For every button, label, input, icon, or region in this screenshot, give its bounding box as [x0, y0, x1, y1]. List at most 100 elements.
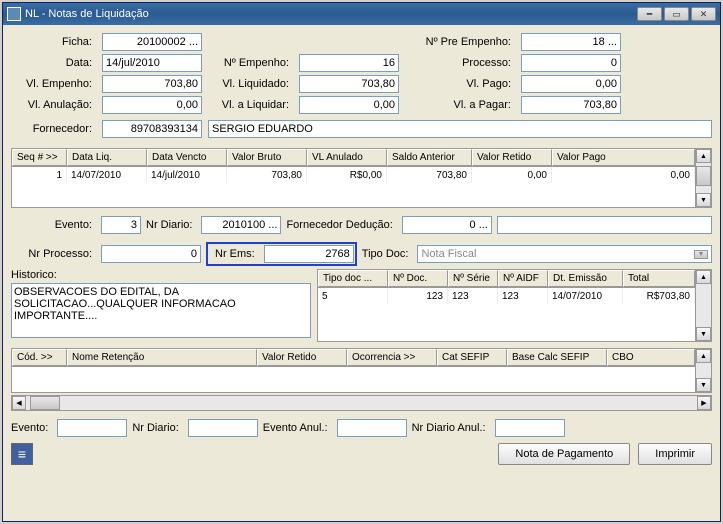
fornecedor-deducao-input[interactable]: 0 ...	[402, 216, 492, 234]
retencao-grid[interactable]: Cód. >> Nome Retenção Valor Retido Ocorr…	[11, 348, 712, 393]
scroll-left-icon[interactable]: ◀	[12, 396, 26, 410]
nr-processo-input[interactable]: 0	[101, 245, 201, 263]
col-valor-retido[interactable]: Valor Retido	[257, 349, 347, 366]
minimize-button[interactable]: ━	[637, 7, 662, 21]
col-data-liq[interactable]: Data Liq.	[67, 149, 147, 166]
scroll-down-icon[interactable]: ▼	[696, 327, 711, 341]
col-dt-emissao[interactable]: Dt. Emissão	[548, 270, 623, 287]
ficha-label: Ficha:	[11, 36, 96, 48]
col-cod[interactable]: Cód. >>	[12, 349, 67, 366]
nr-ems-input[interactable]: 2768	[264, 245, 354, 263]
col-saldo-anterior[interactable]: Saldo Anterior	[387, 149, 472, 166]
nota-pagamento-button[interactable]: Nota de Pagamento	[498, 443, 630, 465]
nr-diario-anul-input[interactable]	[495, 419, 565, 437]
scroll-down-icon[interactable]: ▼	[696, 193, 711, 207]
maximize-button[interactable]: ▭	[664, 7, 689, 21]
col-vl-anulado[interactable]: VL Anulado	[307, 149, 387, 166]
evento-input[interactable]: 3	[101, 216, 141, 234]
processo-label: Processo:	[405, 57, 515, 69]
vl-pago-label: Vl. Pago:	[405, 78, 515, 90]
ficha-input[interactable]: 20100002 ...	[102, 33, 202, 51]
evento2-input[interactable]	[57, 419, 127, 437]
evento2-label: Evento:	[11, 422, 52, 434]
historico-textarea[interactable]: OBSERVACOES DO EDITAL, DA SOLICITACAO...…	[11, 283, 311, 338]
vl-a-liquidar-input: 0,00	[299, 96, 399, 114]
scroll-thumb[interactable]	[696, 166, 711, 186]
fornecedor-label: Fornecedor:	[11, 123, 96, 135]
col-cat-sefip[interactable]: Cat SEFIP	[437, 349, 507, 366]
nr-diario2-input[interactable]	[188, 419, 258, 437]
scroll-down-icon[interactable]: ▼	[696, 378, 711, 392]
vl-liquidado-input: 703,80	[299, 75, 399, 93]
col-n-doc[interactable]: Nº Doc.	[388, 270, 448, 287]
nr-processo-label: Nr Processo:	[11, 248, 96, 260]
col-tipo-doc[interactable]: Tipo doc ...	[318, 270, 388, 287]
nr-diario-input[interactable]: 2010100 ...	[201, 216, 281, 234]
imprimir-button[interactable]: Imprimir	[638, 443, 712, 465]
col-valor-bruto[interactable]: Valor Bruto	[227, 149, 307, 166]
scroll-right-icon[interactable]: ▶	[697, 396, 711, 410]
evento-anul-input[interactable]	[337, 419, 407, 437]
historico-label: Historico:	[11, 269, 311, 281]
vl-liquidado-label: Vl. Liquidado:	[208, 78, 293, 90]
col-nome-retencao[interactable]: Nome Retenção	[67, 349, 257, 366]
fornecedor-deducao-label: Fornecedor Dedução:	[286, 219, 396, 231]
data-label: Data:	[11, 57, 96, 69]
documento-grid[interactable]: Tipo doc ... Nº Doc. Nº Série Nº AIDF Dt…	[317, 269, 712, 342]
window-title: NL - Notas de Liquidação	[25, 8, 635, 20]
scroll-thumb[interactable]	[30, 396, 60, 410]
vl-anulacao-label: Vl. Anulação:	[11, 99, 96, 111]
pre-empenho-label: Nº Pre Empenho:	[405, 36, 515, 48]
vl-a-pagar-input: 703,80	[521, 96, 621, 114]
table-row[interactable]: 1 14/07/2010 14/jul/2010 703,80 R$0,00 7…	[12, 167, 695, 183]
vertical-scrollbar[interactable]: ▲ ▼	[695, 149, 711, 207]
vl-pago-input: 0,00	[521, 75, 621, 93]
scroll-up-icon[interactable]: ▲	[696, 149, 711, 163]
vl-empenho-label: Vl. Empenho:	[11, 78, 96, 90]
fornecedor-deducao-nome	[497, 216, 712, 234]
processo-input[interactable]: 0	[521, 54, 621, 72]
col-data-vencto[interactable]: Data Vencto	[147, 149, 227, 166]
window-icon	[7, 7, 21, 21]
vl-empenho-input: 703,80	[102, 75, 202, 93]
vl-a-pagar-label: Vl. a Pagar:	[405, 99, 515, 111]
close-button[interactable]: ✕	[691, 7, 716, 21]
scroll-up-icon[interactable]: ▲	[696, 270, 711, 284]
col-valor-retido[interactable]: Valor Retido	[472, 149, 552, 166]
content-area: Ficha: 20100002 ... Nº Pre Empenho: 18 .…	[3, 25, 720, 473]
col-n-aidf[interactable]: Nº AIDF	[498, 270, 548, 287]
chevron-down-icon[interactable]: ▼	[694, 250, 708, 259]
pre-empenho-input[interactable]: 18 ...	[521, 33, 621, 51]
vertical-scrollbar[interactable]: ▲ ▼	[695, 349, 711, 392]
nr-ems-highlight: Nr Ems: 2768	[206, 242, 357, 266]
scroll-up-icon[interactable]: ▲	[696, 349, 711, 363]
menu-icon[interactable]	[11, 443, 33, 465]
data-input[interactable]: 14/jul/2010	[102, 54, 202, 72]
col-cbo[interactable]: CBO	[607, 349, 695, 366]
liquidacao-grid[interactable]: Seq # >> Data Liq. Data Vencto Valor Bru…	[11, 148, 712, 208]
vl-anulacao-input: 0,00	[102, 96, 202, 114]
nr-diario-anul-label: Nr Diario Anul.:	[412, 422, 490, 434]
col-n-serie[interactable]: Nº Série	[448, 270, 498, 287]
col-base-calc[interactable]: Base Calc SEFIP	[507, 349, 607, 366]
table-row[interactable]: 5 123 123 123 14/07/2010 R$703,80	[318, 288, 695, 304]
evento-label: Evento:	[11, 219, 96, 231]
fornecedor-cod-input[interactable]: 89708393134	[102, 120, 202, 138]
titlebar[interactable]: NL - Notas de Liquidação ━ ▭ ✕	[3, 3, 720, 25]
tipo-doc-label: Tipo Doc:	[362, 248, 413, 260]
horizontal-scrollbar[interactable]: ◀ ▶	[11, 395, 712, 411]
nr-diario2-label: Nr Diario:	[132, 422, 182, 434]
vertical-scrollbar[interactable]: ▲ ▼	[695, 270, 711, 341]
n-empenho-label: Nº Empenho:	[208, 57, 293, 69]
nr-diario-label: Nr Diario:	[146, 219, 196, 231]
tipo-doc-dropdown[interactable]: Nota Fiscal ▼	[417, 245, 712, 263]
fornecedor-nome-input: SERGIO EDUARDO	[208, 120, 712, 138]
vl-a-liquidar-label: Vl. a Liquidar:	[208, 99, 293, 111]
n-empenho-input[interactable]: 16	[299, 54, 399, 72]
nr-ems-label: Nr Ems:	[209, 248, 261, 260]
col-ocorrencia[interactable]: Ocorrencia >>	[347, 349, 437, 366]
col-seq[interactable]: Seq # >>	[12, 149, 67, 166]
col-total[interactable]: Total	[623, 270, 695, 287]
window-frame: NL - Notas de Liquidação ━ ▭ ✕ Ficha: 20…	[2, 2, 721, 522]
col-valor-pago[interactable]: Valor Pago	[552, 149, 695, 166]
